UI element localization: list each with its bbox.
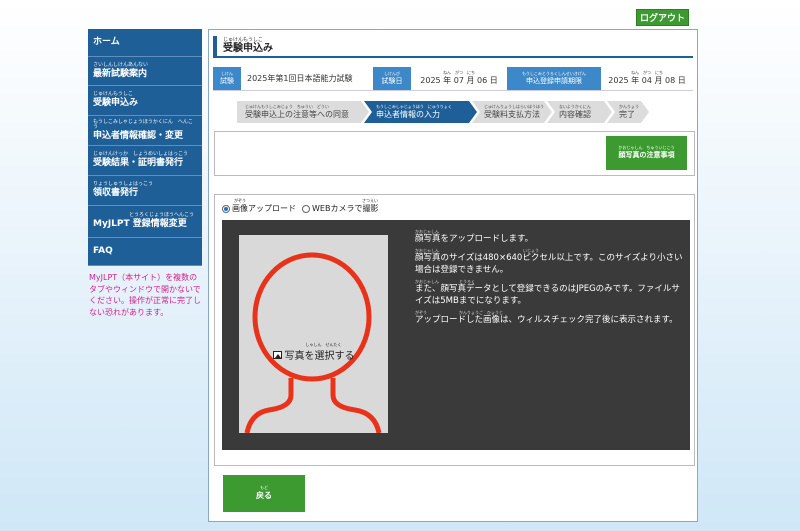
sidebar-item-latest-exam[interactable]: さいしんしけんあんない 最新試験案内: [88, 57, 202, 86]
photo-notes-label: 顔写真の注意事項: [618, 151, 675, 159]
logout-button[interactable]: ログアウト: [636, 9, 689, 26]
sidebar-item-faq[interactable]: FAQ: [88, 238, 202, 266]
sidebar-item-ruby: じゅけんけっか しょうめいしょはっこう: [93, 151, 189, 158]
radio-text: WEBカメラで撮影: [312, 204, 379, 213]
sidebar-item-applicant-info[interactable]: もうしこみしゃじょうほうかくにん へんこう 申込者情報確認・変更: [88, 116, 202, 146]
sidebar-item-home[interactable]: ホーム: [88, 29, 202, 57]
progress-steps: じゅけんもうしこみじょう ちゅうい どうい 受験申込上の注意等への同意 もうしこ…: [237, 101, 644, 123]
page-title-text: 受験申込み: [223, 43, 273, 54]
step-applicant-info: もうしこみしゃじょうほう にゅうりょく 申込者情報の入力: [364, 101, 477, 123]
sidebar-item-ruby: じゅけんもうしこ: [93, 91, 133, 98]
image-icon: [272, 350, 282, 359]
sidebar-item-myjlpt-settings[interactable]: とうろくじょうほうへんこう MyJLPT 登録情報変更: [88, 206, 202, 238]
photo-notice-box: かおじゃしん ちゅういじこう 顔写真の注意事項: [214, 131, 695, 176]
deadline-value: ねん がつ にち 2025 年 04 月 08 日: [601, 67, 693, 90]
instruction-line: かおじゃしん 顔写真をアップロードします。: [415, 230, 685, 245]
exam-label: しけん 試験: [213, 67, 241, 90]
photo-notes-button[interactable]: かおじゃしん ちゅういじこう 顔写真の注意事項: [606, 136, 687, 170]
radio-text: 画像アップロード: [232, 204, 296, 213]
page-title: じゅけんもうしこ 受験申込み: [213, 36, 693, 58]
deadline-label: もうしこみとうろくしんせいきげん 申込登録申請期限: [507, 67, 601, 90]
upload-preview-area: しゃしん せんたく 写真を選択する かおじゃしん 顔写真をアップロードします。 …: [222, 220, 690, 450]
instruction-text: アップロードした画像は、ウィルスチェック完了後に表示されます。: [415, 315, 678, 326]
step-label: 完了: [619, 109, 635, 119]
step-label: 内容確認: [559, 109, 591, 119]
sidebar-item-label: 申込者情報確認・変更: [93, 130, 184, 141]
sidebar: ホーム さいしんしけんあんない 最新試験案内 じゅけんもうしこ 受験申込み もう…: [88, 29, 202, 318]
instruction-line: かおじゃしん いじょう 顔写真のサイズは480×640ピクセル以上です。このサイ…: [415, 249, 685, 276]
sidebar-item-ruby: さいしんしけんあんない: [93, 61, 149, 68]
exam-value: 2025年第1回日本語能力試験: [241, 67, 373, 90]
sidebar-item-label: ホーム: [93, 37, 120, 48]
sidebar-item-ruby: もうしこみしゃじょうほうかくにん へんこう: [93, 118, 193, 130]
main-panel: じゅけんもうしこ 受験申込み しけん 試験 2025年第1回日本語能力試験 しけ…: [208, 29, 698, 522]
exam-value-text: 2025年第1回日本語能力試験: [247, 74, 353, 83]
sidebar-item-apply[interactable]: じゅけんもうしこ 受験申込み: [88, 86, 202, 116]
sidebar-item-label: 受験申込み: [93, 98, 139, 109]
step-complete: かんりょう 完了: [607, 101, 649, 123]
exam-date-label-text: 試験日: [381, 76, 403, 85]
radio-image-upload-label: がぞう 画像アップロード: [232, 199, 296, 214]
deadline-text: 2025 年 04 月 08 日: [608, 76, 686, 85]
back-label: 戻る: [256, 491, 272, 500]
instruction-line: がぞう かんりょうご ひょうじ アップロードした画像は、ウィルスチェック完了後に…: [415, 311, 685, 326]
sidebar-item-ruby: とうろくじょうほうへんこう: [129, 212, 195, 219]
exam-label-text: 試験: [220, 76, 234, 85]
sidebar-item-label: MyJLPT 登録情報変更: [93, 219, 187, 230]
step-label: 受験申込上の注意等への同意: [245, 109, 349, 119]
upload-instructions: かおじゃしん 顔写真をアップロードします。 かおじゃしん いじょう 顔写真のサイ…: [415, 230, 685, 331]
photo-upload-box: がぞう 画像アップロード さつえい WEBカメラで撮影 しゃしん せんたく 写真…: [214, 194, 695, 466]
radio-checked-icon[interactable]: [222, 205, 230, 213]
face-outline-icon: [244, 252, 382, 433]
radio-webcam-label: さつえい WEBカメラで撮影: [312, 199, 378, 214]
photo-select-dropzone[interactable]: しゃしん せんたく 写真を選択する: [239, 235, 388, 433]
deadline-label-text: 申込登録申請期限: [526, 76, 582, 85]
select-photo-row: 写真を選択する: [272, 347, 355, 362]
sidebar-item-label: 領収書発行: [93, 188, 139, 199]
step-label: 申込者情報の入力: [376, 109, 440, 119]
exam-date-value: ねん がつ にち 2025 年 07 月 06 日: [411, 67, 507, 90]
exam-date-label: しけんび 試験日: [373, 67, 411, 90]
radio-unchecked-icon[interactable]: [302, 205, 310, 213]
step-confirm: ないようかくにん 内容確認: [547, 101, 612, 123]
select-photo-label[interactable]: しゃしん せんたく 写真を選択する: [239, 343, 388, 362]
instruction-text: 顔写真のサイズは480×640ピクセル以上です。このサイズより小さい場合は登録で…: [415, 253, 683, 275]
instruction-line: かおじゃしん とうろく また、顔写真データとして登録できるのはJPEGのみです。…: [415, 280, 685, 307]
radio-webcam[interactable]: さつえい WEBカメラで撮影: [302, 199, 378, 214]
step-agreement: じゅけんもうしこみじょう ちゅうい どうい 受験申込上の注意等への同意: [237, 101, 369, 123]
sidebar-item-label: FAQ: [93, 246, 113, 257]
back-button[interactable]: もど 戻る: [223, 475, 305, 512]
sidebar-item-ruby: りょうしゅうしょはっこう: [93, 181, 154, 188]
sidebar-item-receipt[interactable]: りょうしゅうしょはっこう 領収書発行: [88, 176, 202, 206]
instruction-text: また、顔写真データとして登録できるのはJPEGのみです。ファイルサイズは5MBま…: [415, 284, 680, 306]
instruction-text: 顔写真をアップロードします。: [415, 234, 534, 244]
sidebar-item-results[interactable]: じゅけんけっか しょうめいしょはっこう 受験結果・証明書発行: [88, 146, 202, 176]
upload-method-options: がぞう 画像アップロード さつえい WEBカメラで撮影: [222, 199, 378, 214]
sidebar-item-label: 受験結果・証明書発行: [93, 158, 184, 169]
sidebar-item-label: 最新試験案内: [93, 68, 148, 79]
exam-date-text: 2025 年 07 月 06 日: [420, 76, 498, 85]
select-photo-text: 写真を選択する: [284, 351, 355, 362]
radio-image-upload[interactable]: がぞう 画像アップロード: [222, 199, 296, 214]
step-payment: じゅけんりょうしはらいほうほう 受験料支払方法: [472, 101, 552, 123]
multi-tab-warning: MyJLPT（本サイト）を複数のタブやウィンドウで開かないでください。操作が正常…: [89, 273, 201, 317]
exam-info-row: しけん 試験 2025年第1回日本語能力試験 しけんび 試験日 ねん がつ にち…: [213, 67, 693, 91]
step-label: 受験料支払方法: [484, 109, 540, 119]
